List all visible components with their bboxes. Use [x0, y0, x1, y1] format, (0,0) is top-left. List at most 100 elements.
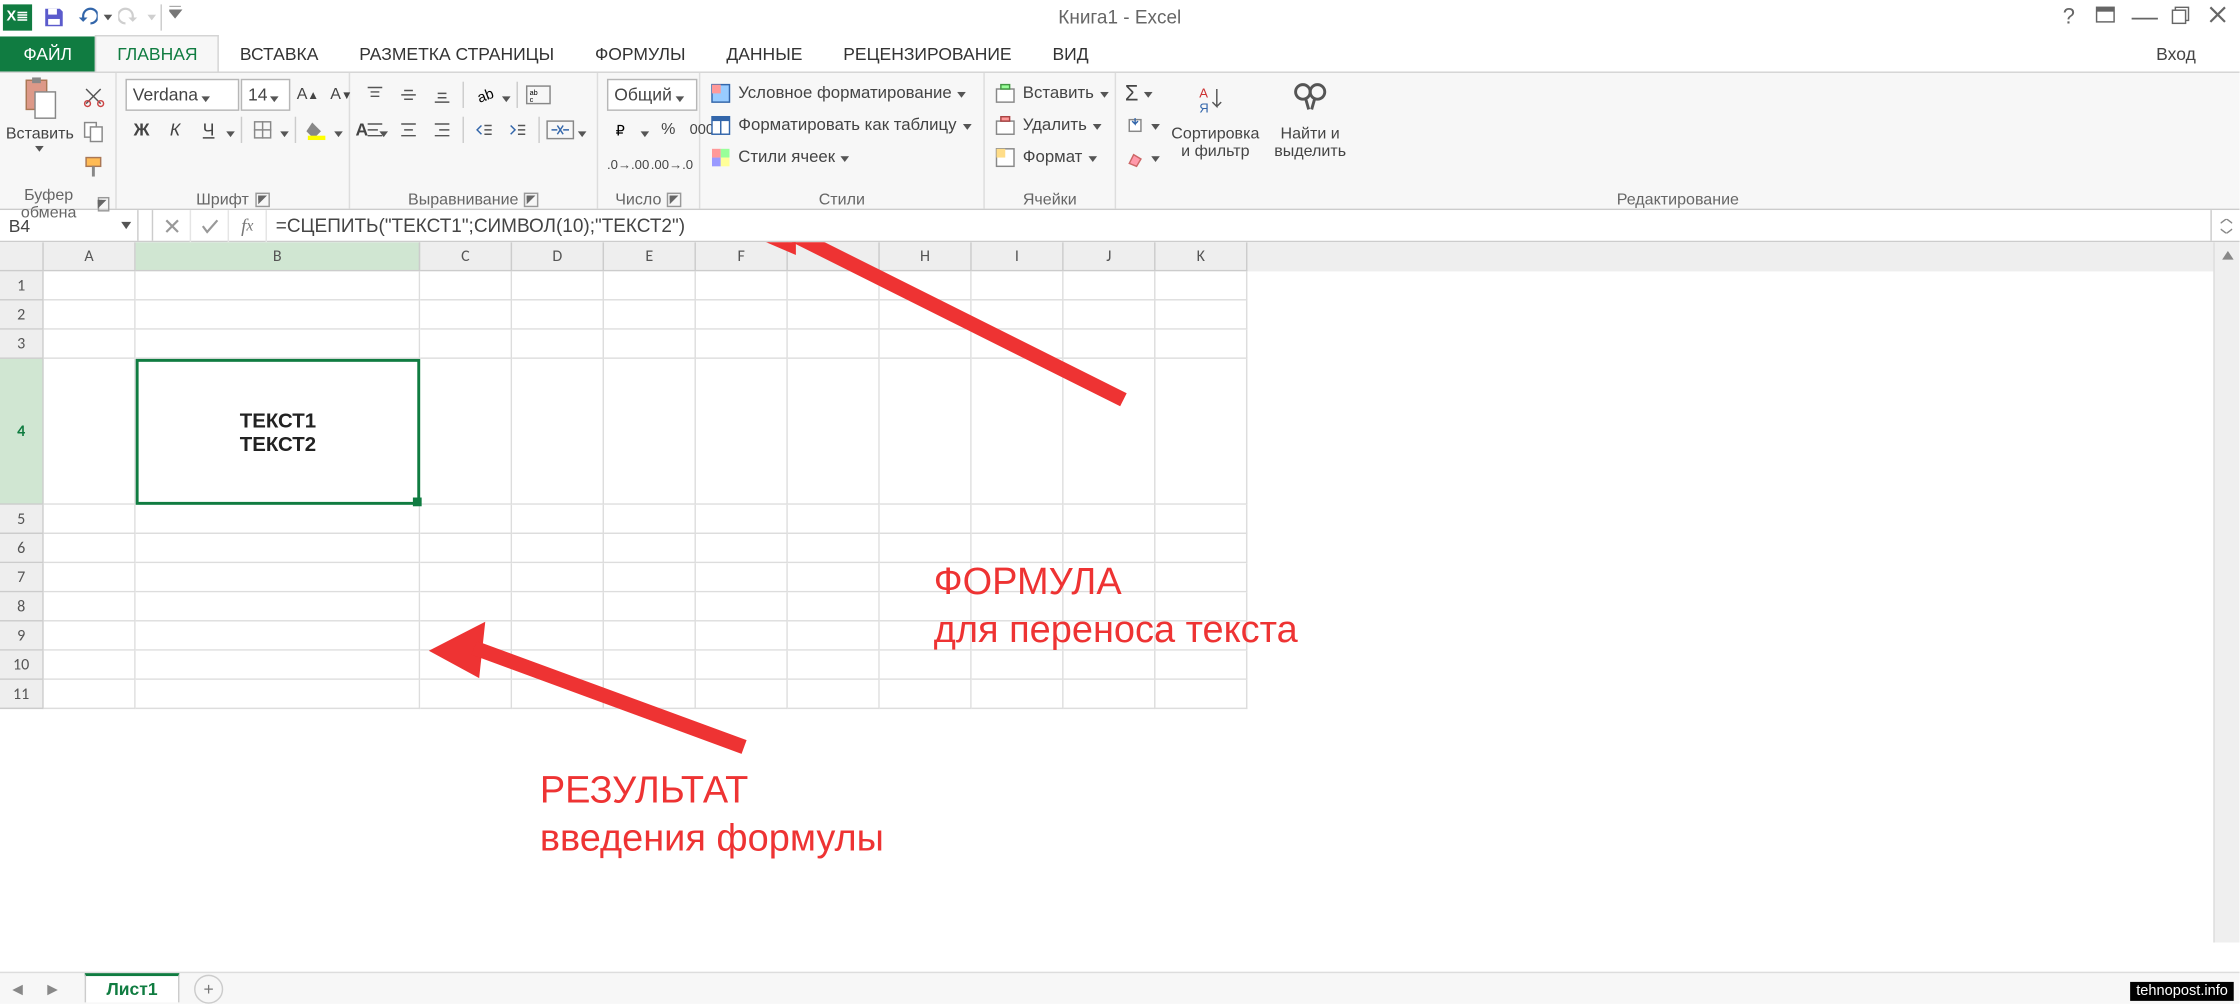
orientation-button[interactable]: ab — [468, 79, 500, 111]
align-bottom-button[interactable] — [426, 79, 458, 111]
dialog-launcher[interactable] — [524, 193, 539, 208]
cell-D3[interactable] — [512, 330, 604, 359]
cell-F11[interactable] — [696, 680, 788, 709]
col-header-A[interactable]: A — [44, 242, 136, 271]
sheet-prev[interactable]: ◄ — [0, 972, 35, 1004]
cell-H1[interactable] — [880, 271, 972, 300]
save-button[interactable] — [38, 1, 70, 33]
cell-F2[interactable] — [696, 301, 788, 330]
cell-J3[interactable] — [1064, 330, 1156, 359]
cell-K5[interactable] — [1156, 505, 1248, 534]
insert-cells-button[interactable]: Вставить — [994, 79, 1110, 108]
cell-H3[interactable] — [880, 330, 972, 359]
conditional-formatting-button[interactable]: Условное форматирование — [709, 79, 975, 108]
login-link[interactable]: Вход — [2142, 36, 2211, 71]
cell-F7[interactable] — [696, 563, 788, 592]
redo-dropdown[interactable] — [146, 14, 158, 20]
cell-B2[interactable] — [136, 301, 421, 330]
cell-K2[interactable] — [1156, 301, 1248, 330]
cut-button[interactable] — [77, 80, 109, 112]
currency-button[interactable]: ₽ — [607, 114, 639, 146]
cell-B5[interactable] — [136, 505, 421, 534]
cell-K4[interactable] — [1156, 359, 1248, 505]
cell-G7[interactable] — [788, 563, 880, 592]
cell-A7[interactable] — [44, 563, 136, 592]
col-header-C[interactable]: C — [420, 242, 512, 271]
borders-dropdown[interactable] — [280, 125, 290, 135]
cell-C5[interactable] — [420, 505, 512, 534]
col-header-K[interactable]: K — [1156, 242, 1248, 271]
wrap-text-button[interactable]: abc — [522, 79, 554, 111]
cell-J5[interactable] — [1064, 505, 1156, 534]
cell-E9[interactable] — [604, 622, 696, 651]
cell-B8[interactable] — [136, 592, 421, 621]
select-all[interactable] — [0, 242, 44, 271]
number-format-combo[interactable]: Общий — [607, 79, 697, 111]
enter-button[interactable] — [191, 209, 229, 241]
cell-C11[interactable] — [420, 680, 512, 709]
dialog-launcher[interactable] — [667, 193, 682, 208]
tab-home[interactable]: ГЛАВНАЯ — [95, 35, 219, 71]
cell-H10[interactable] — [880, 651, 972, 680]
cell-I1[interactable] — [972, 271, 1064, 300]
cell-B10[interactable] — [136, 651, 421, 680]
row-header-4[interactable]: 4 — [0, 359, 44, 505]
cell-A5[interactable] — [44, 505, 136, 534]
cell-I11[interactable] — [972, 680, 1064, 709]
cell-D11[interactable] — [512, 680, 604, 709]
undo-dropdown[interactable] — [102, 14, 114, 20]
col-header-B[interactable]: B — [136, 242, 421, 271]
sheet-next[interactable]: ► — [35, 972, 70, 1004]
clear-button[interactable] — [1125, 143, 1161, 172]
cell-C1[interactable] — [420, 271, 512, 300]
autosum-button[interactable]: Σ — [1125, 79, 1161, 108]
col-header-F[interactable]: F — [696, 242, 788, 271]
cell-D2[interactable] — [512, 301, 604, 330]
borders-button[interactable] — [247, 114, 279, 146]
cell-F6[interactable] — [696, 534, 788, 563]
cell-A1[interactable] — [44, 271, 136, 300]
fill-color-button[interactable] — [301, 114, 333, 146]
ribbon-display-button[interactable] — [2088, 1, 2126, 33]
cell-E1[interactable] — [604, 271, 696, 300]
cell-F10[interactable] — [696, 651, 788, 680]
sort-filter-button[interactable]: AЯ Сортировка и фильтр — [1164, 76, 1266, 161]
redo-button[interactable] — [114, 1, 146, 33]
help-button[interactable]: ? — [2050, 1, 2088, 33]
cell-D10[interactable] — [512, 651, 604, 680]
cell-G2[interactable] — [788, 301, 880, 330]
dialog-launcher[interactable] — [97, 197, 109, 212]
cancel-button[interactable] — [153, 209, 191, 241]
row-header-3[interactable]: 3 — [0, 330, 44, 359]
cell-F9[interactable] — [696, 622, 788, 651]
cell-E11[interactable] — [604, 680, 696, 709]
cell-C10[interactable] — [420, 651, 512, 680]
percent-button[interactable]: % — [652, 114, 684, 146]
col-header-E[interactable]: E — [604, 242, 696, 271]
scroll-up[interactable] — [2215, 242, 2240, 268]
cell-K1[interactable] — [1156, 271, 1248, 300]
col-header-I[interactable]: I — [972, 242, 1064, 271]
cell-E4[interactable] — [604, 359, 696, 505]
cell-J10[interactable] — [1064, 651, 1156, 680]
row-header-7[interactable]: 7 — [0, 563, 44, 592]
cell-G3[interactable] — [788, 330, 880, 359]
underline-button[interactable]: Ч — [193, 114, 225, 146]
cell-D7[interactable] — [512, 563, 604, 592]
format-as-table-button[interactable]: Форматировать как таблицу — [709, 111, 975, 140]
cell-H2[interactable] — [880, 301, 972, 330]
fx-button[interactable]: fx — [229, 209, 267, 241]
decrease-indent-button[interactable] — [468, 114, 500, 146]
cell-I4[interactable] — [972, 359, 1064, 505]
col-header-J[interactable]: J — [1064, 242, 1156, 271]
cell-B6[interactable] — [136, 534, 421, 563]
name-box-dropdown[interactable] — [114, 211, 137, 240]
cell-F4[interactable] — [696, 359, 788, 505]
cell-G6[interactable] — [788, 534, 880, 563]
align-top-button[interactable] — [359, 79, 391, 111]
underline-dropdown[interactable] — [226, 125, 236, 135]
cell-A2[interactable] — [44, 301, 136, 330]
cell-D5[interactable] — [512, 505, 604, 534]
cell-I10[interactable] — [972, 651, 1064, 680]
cell-K10[interactable] — [1156, 651, 1248, 680]
